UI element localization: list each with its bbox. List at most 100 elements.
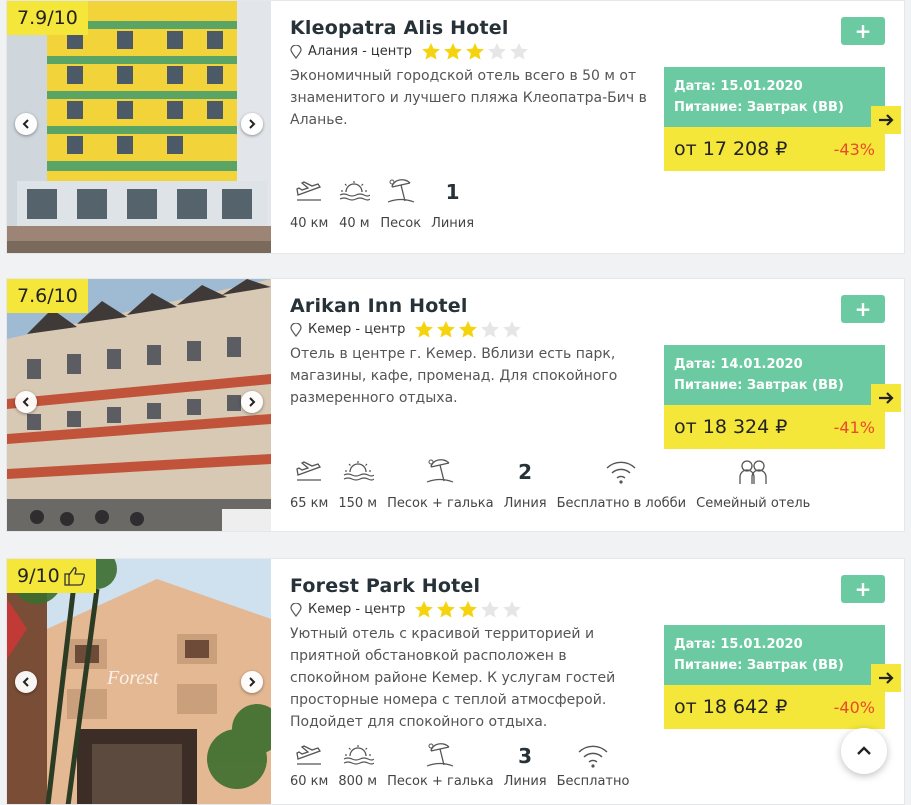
add-button[interactable]: +: [841, 295, 885, 323]
prev-photo-button[interactable]: [15, 113, 37, 135]
add-button[interactable]: +: [841, 17, 885, 45]
location-pin-icon: [290, 322, 302, 337]
hotel-list: 7.9/10 Kleopatra Alis Hotel Алания - цен…: [0, 0, 911, 805]
hotel-photo[interactable]: [7, 279, 271, 531]
offer-meal: Питание: Завтрак (BB): [674, 658, 844, 673]
offer-date: Дата: 14.01.2020: [674, 357, 803, 372]
hotel-card: 7.6/10 Arikan Inn Hotel Кемер - центр От…: [6, 278, 905, 532]
chevron-left-icon: [22, 677, 29, 687]
beach-distance: 800 м: [338, 774, 378, 789]
family-info: Семейный отель: [696, 496, 811, 511]
go-to-offer-button[interactable]: [871, 384, 901, 412]
offer-date: Дата: 15.01.2020: [674, 79, 803, 94]
sea-sun-icon: [340, 181, 371, 201]
location-text: Кемер - центр: [308, 602, 406, 617]
beach-distance: 150 м: [338, 496, 378, 511]
star-rating: [422, 43, 529, 60]
next-photo-button[interactable]: [241, 113, 263, 135]
feature-wifi: Бесплатно: [556, 741, 630, 789]
add-button[interactable]: +: [841, 575, 885, 603]
offer-box[interactable]: Дата: 14.01.2020 Питание: Завтрак (BB) от…: [664, 345, 885, 449]
chevron-right-icon: [249, 119, 256, 129]
offer-date: Дата: 15.01.2020: [674, 637, 803, 652]
offer-meal: Питание: Завтрак (BB): [674, 378, 844, 393]
star-icon: [459, 321, 478, 338]
hotel-photo[interactable]: Forest: [7, 559, 271, 804]
chevron-right-icon: [249, 677, 256, 687]
hotel-location: Кемер - центр: [290, 321, 522, 338]
offer-box[interactable]: Дата: 15.01.2020 Питание: Завтрак (BB) от…: [664, 625, 885, 729]
hotel-card: 7.9/10 Kleopatra Alis Hotel Алания - цен…: [6, 0, 905, 254]
airplane-icon: [296, 181, 322, 201]
go-to-offer-button[interactable]: [871, 664, 901, 692]
wifi-icon: [578, 745, 608, 768]
feature-line: 2 Линия: [504, 457, 547, 511]
wifi-info: Бесплатно в лобби: [556, 496, 687, 511]
next-photo-button[interactable]: [241, 671, 263, 693]
beach-umbrella-icon: [427, 743, 454, 767]
feature-airport: 65 км: [290, 457, 328, 511]
star-icon: [415, 321, 434, 338]
scroll-to-top-button[interactable]: [841, 728, 887, 774]
hotel-name[interactable]: Arikan Inn Hotel: [290, 295, 468, 317]
feature-beach-type: Песок + галька: [387, 457, 494, 511]
offer-price: от 18 642 ₽: [674, 696, 788, 718]
star-icon: [437, 601, 456, 618]
feature-beach-type: Песок + галька: [387, 741, 494, 789]
star-icon: [444, 43, 463, 60]
hotel-location: Кемер - центр: [290, 601, 522, 618]
location-pin-icon: [290, 44, 302, 59]
hotel-name[interactable]: Kleopatra Alis Hotel: [290, 17, 509, 39]
go-to-offer-button[interactable]: [871, 106, 901, 134]
svg-text:Forest: Forest: [106, 667, 159, 689]
beach-line-number: 1: [445, 180, 460, 204]
wifi-info: Бесплатно: [556, 774, 630, 789]
star-rating: [415, 321, 522, 338]
beach-umbrella-icon: [387, 179, 414, 203]
star-empty-icon: [503, 601, 522, 618]
star-empty-icon: [481, 321, 500, 338]
feature-line: 1 Линия: [431, 177, 474, 231]
next-photo-button[interactable]: [241, 391, 263, 413]
airport-distance: 60 км: [290, 774, 329, 789]
beach-type: Песок + галька: [387, 774, 494, 789]
arrow-right-icon: [879, 114, 894, 126]
arrow-right-icon: [879, 672, 894, 684]
feature-beach: 150 м: [338, 457, 377, 511]
feature-line: 3 Линия: [504, 741, 547, 789]
rating-value: 9/10: [17, 565, 60, 587]
location-text: Кемер - центр: [308, 322, 406, 337]
airplane-icon: [296, 461, 322, 481]
hotel-location: Алания - центр: [290, 43, 529, 60]
hotel-description: Уютный отель с красивой территорией и пр…: [290, 626, 616, 730]
beach-distance: 40 м: [339, 216, 370, 231]
beach-line-number: 2: [518, 460, 533, 484]
chevron-left-icon: [22, 397, 29, 407]
arrow-right-icon: [879, 392, 894, 404]
hotel-features: 60 км 800 м Песок + галька 3 Линия Беспл…: [290, 741, 629, 789]
star-icon: [415, 601, 434, 618]
beach-line-label: Линия: [503, 774, 547, 789]
offer-discount: -41%: [833, 417, 875, 437]
star-icon: [437, 321, 456, 338]
offer-box[interactable]: Дата: 15.01.2020 Питание: Завтрак (BB) от…: [664, 67, 885, 171]
feature-wifi: Бесплатно в лобби: [556, 457, 687, 511]
beach-type: Песок: [380, 216, 422, 231]
prev-photo-button[interactable]: [15, 391, 37, 413]
rating-badge: 7.6/10: [7, 279, 88, 313]
hotel-description: Экономичный городской отель всего в 50 м…: [290, 68, 647, 128]
hotel-description: Отель в центре г. Кемер. Вблизи есть пар…: [290, 346, 618, 406]
airplane-icon: [296, 745, 322, 765]
star-icon: [466, 43, 485, 60]
hotel-photo[interactable]: [7, 1, 271, 253]
offer-meal: Питание: Завтрак (BB): [674, 100, 844, 115]
offer-discount: -40%: [833, 697, 875, 717]
feature-family: Семейный отель: [696, 457, 810, 511]
beach-type: Песок + галька: [387, 496, 494, 511]
chevron-right-icon: [249, 397, 256, 407]
hotel-name[interactable]: Forest Park Hotel: [290, 575, 480, 597]
hotel-features: 65 км 150 м Песок + галька 2 Линия Беспл…: [290, 457, 810, 511]
rating-value: 7.9/10: [17, 7, 78, 29]
prev-photo-button[interactable]: [15, 671, 37, 693]
location-text: Алания - центр: [308, 44, 413, 59]
